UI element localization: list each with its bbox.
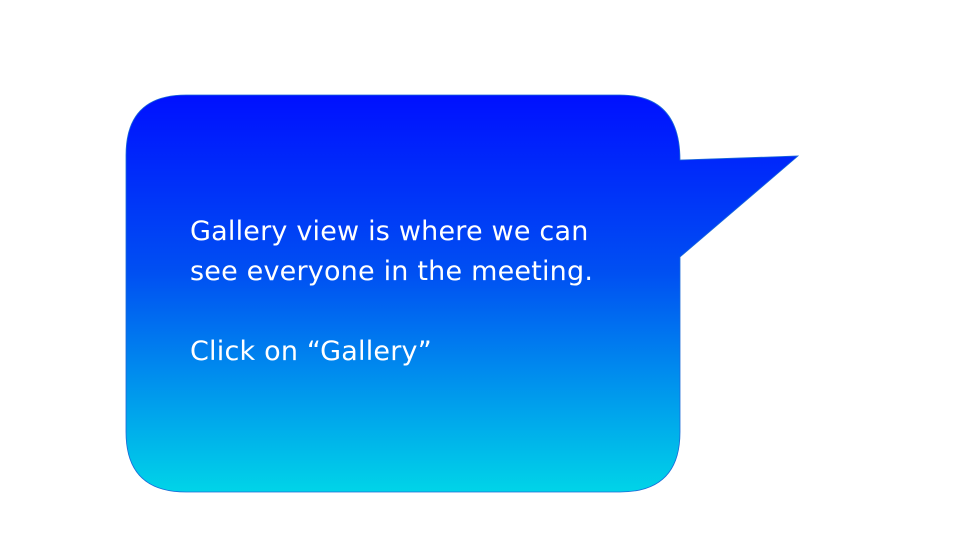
- callout-description: Gallery view is where we can see everyon…: [190, 212, 660, 292]
- description-line-2: see everyone in the meeting.: [190, 256, 594, 287]
- speech-bubble-callout: Gallery view is where we can see everyon…: [0, 0, 960, 540]
- callout-message: Gallery view is where we can see everyon…: [190, 212, 660, 372]
- callout-instruction: Click on “Gallery”: [190, 336, 432, 367]
- description-line-1: Gallery view is where we can: [190, 216, 589, 247]
